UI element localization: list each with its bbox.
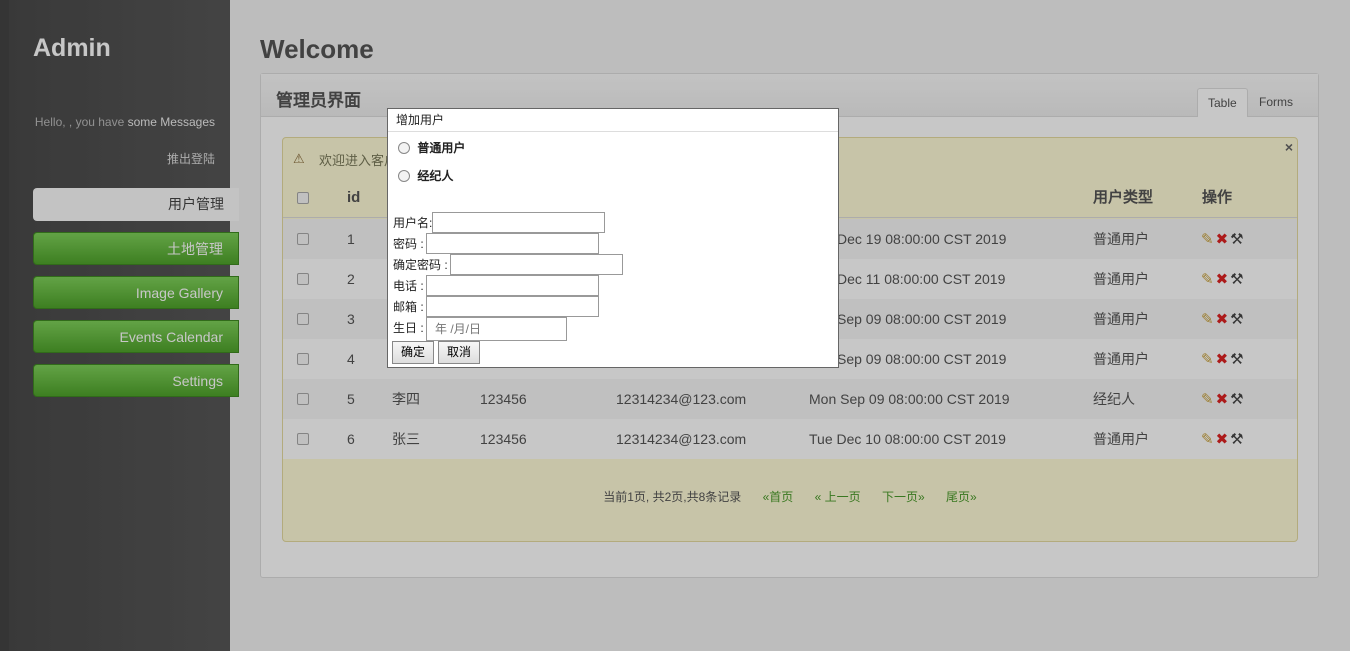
- confirm-password-input[interactable]: [450, 254, 623, 275]
- radio-agent[interactable]: [398, 170, 410, 182]
- username-row: 用户名:: [393, 212, 605, 234]
- radio-normal-user[interactable]: [398, 142, 410, 154]
- dialog-title: 增加用户: [388, 109, 838, 132]
- birthday-label: 生日 :: [393, 321, 424, 335]
- radio-agent-label: 经纪人: [417, 169, 454, 183]
- password-row: 密码 :: [393, 233, 599, 255]
- add-user-dialog: 增加用户 普通用户 经纪人 用户名: 密码 : 确定密码 : 电话 : 邮箱 :…: [387, 108, 839, 368]
- username-input[interactable]: [432, 212, 605, 233]
- email-row: 邮箱 :: [393, 296, 599, 318]
- birthday-input[interactable]: [426, 317, 567, 341]
- email-label: 邮箱 :: [393, 300, 424, 314]
- ok-button[interactable]: 确定: [392, 341, 435, 364]
- confirm-password-row: 确定密码 :: [393, 254, 623, 276]
- phone-label: 电话 :: [393, 279, 424, 293]
- radio-normal-user-label: 普通用户: [417, 141, 466, 155]
- phone-input[interactable]: [426, 275, 599, 296]
- password-label: 密码 :: [393, 237, 424, 251]
- cancel-button[interactable]: 取消: [438, 341, 481, 364]
- username-label: 用户名:: [393, 216, 433, 230]
- birthday-row: 生日 :: [393, 317, 567, 341]
- phone-row: 电话 :: [393, 275, 599, 297]
- password-input[interactable]: [426, 233, 599, 254]
- confirm-password-label: 确定密码 :: [393, 258, 448, 272]
- radio-agent-row: 经纪人: [398, 167, 453, 184]
- radio-normal-user-row: 普通用户: [398, 139, 465, 156]
- email-input[interactable]: [426, 296, 599, 317]
